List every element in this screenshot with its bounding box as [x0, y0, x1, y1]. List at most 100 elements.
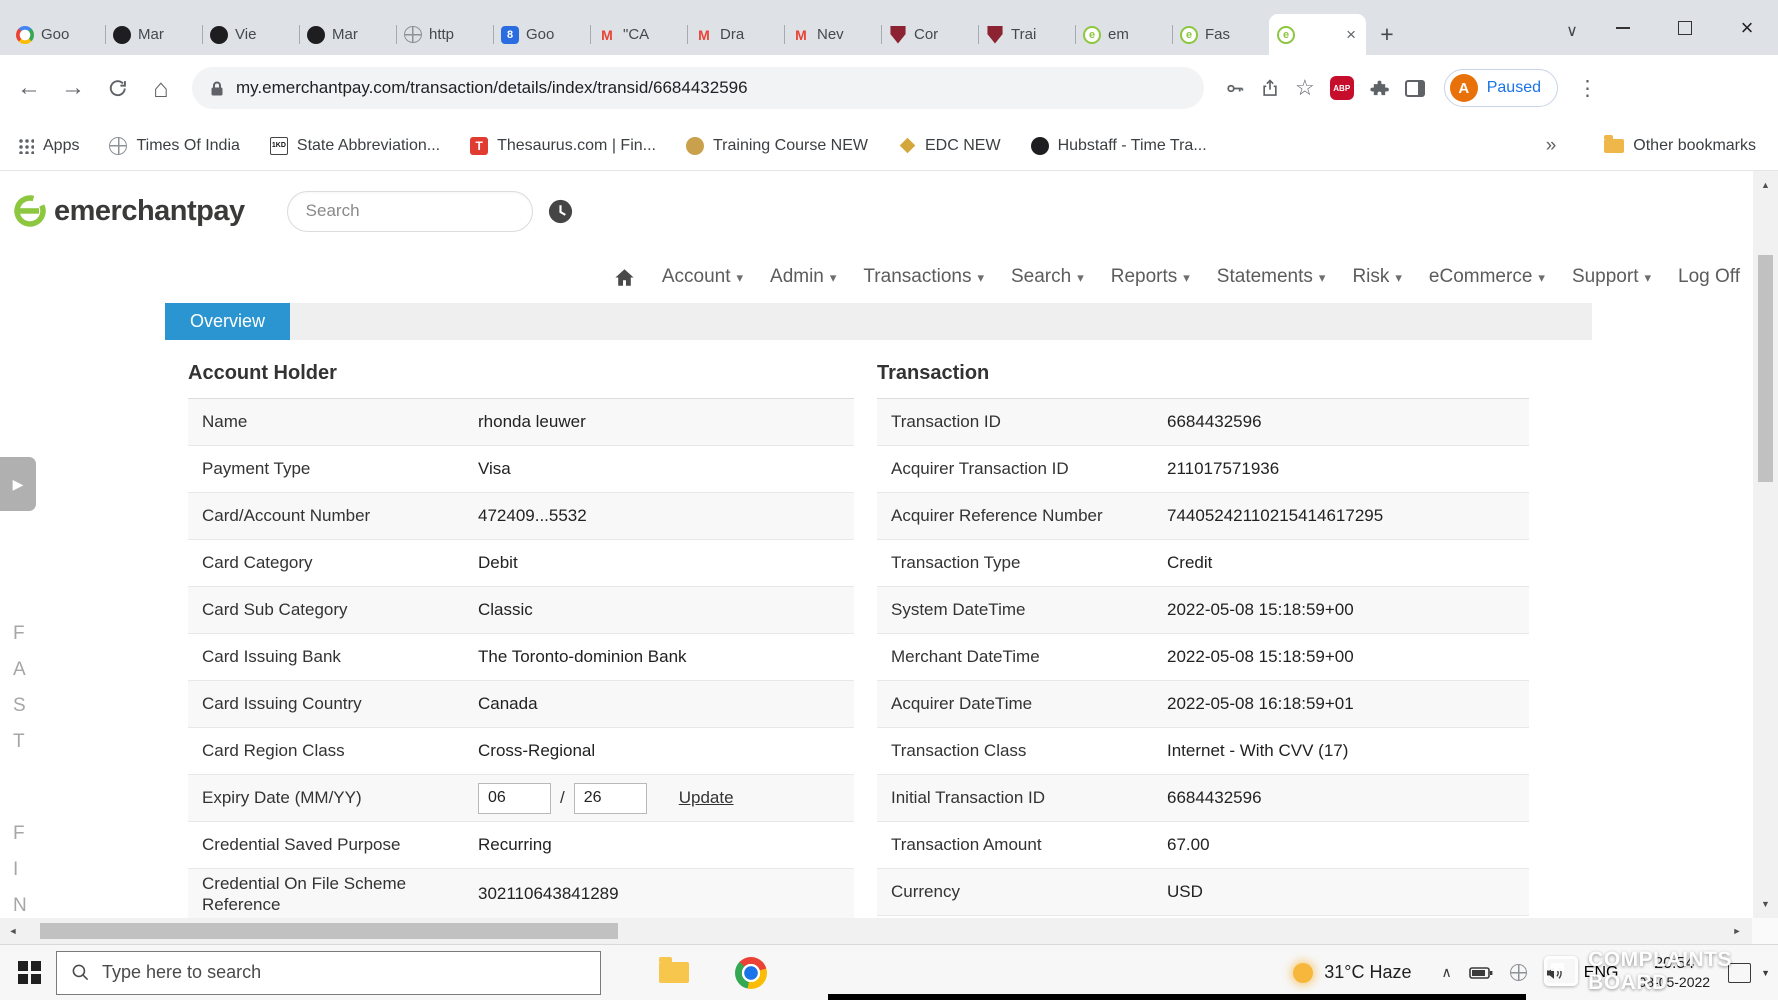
horizontal-scrollbar-thumb[interactable] [40, 923, 618, 939]
side-panel-toggle[interactable] [0, 457, 36, 511]
bookmark-item[interactable]: Training Course NEW [686, 137, 868, 155]
tab-close-icon[interactable]: × [1344, 26, 1358, 43]
browser-tab[interactable]: Mar [299, 14, 396, 55]
apps-shortcut[interactable]: Apps [18, 137, 79, 155]
expiry-month-input[interactable] [478, 783, 551, 814]
emerchantpay-logo[interactable]: emerchantpay [12, 193, 245, 229]
browser-tab[interactable]: em [1075, 14, 1172, 55]
account-holder-panel: Account Holder Namerhonda leuwerPayment … [188, 362, 854, 918]
profile-chip[interactable]: A Paused [1444, 69, 1558, 107]
table-row: Namerhonda leuwer [188, 399, 854, 446]
address-bar[interactable] [192, 67, 1204, 109]
scroll-left-icon[interactable] [0, 918, 26, 944]
expiry-year-input[interactable] [574, 783, 647, 814]
browser-tab[interactable]: Trai [978, 14, 1075, 55]
folder-icon [1604, 139, 1624, 153]
row-value: 302110643841289 [478, 884, 854, 904]
url-input[interactable] [236, 78, 1186, 98]
app-search-input[interactable] [306, 201, 514, 221]
share-icon[interactable] [1260, 78, 1280, 98]
bookmark-star-icon[interactable] [1295, 75, 1315, 101]
back-button[interactable] [10, 69, 48, 107]
bookmarks-overflow-chevron[interactable]: » [1546, 135, 1557, 157]
bookmark-item[interactable]: State Abbreviation... [270, 137, 440, 155]
password-key-icon[interactable] [1224, 78, 1245, 99]
network-icon[interactable] [1510, 964, 1527, 981]
lock-icon[interactable] [210, 80, 224, 97]
nav-log-off[interactable]: Log Off [1678, 266, 1740, 288]
update-expiry-link[interactable]: Update [679, 788, 734, 808]
row-label: Name [188, 407, 478, 436]
nav-admin[interactable]: Admin [770, 266, 836, 288]
bookmark-item[interactable]: Thesaurus.com | Fin... [470, 137, 656, 155]
complaintsboard-watermark: COMPLAINTS BOARD [1544, 948, 1732, 994]
scroll-down-icon[interactable] [1753, 892, 1778, 916]
bookmark-label: Times Of India [136, 137, 239, 155]
avatar: A [1450, 74, 1478, 102]
browser-tab[interactable]: Dra [687, 14, 784, 55]
nav-account[interactable]: Account [662, 266, 743, 288]
row-value: 2022-05-08 15:18:59+00 [1167, 647, 1529, 667]
row-label: Card/Account Number [188, 501, 478, 530]
bookmark-label: Training Course NEW [713, 137, 868, 155]
reload-button[interactable] [98, 69, 136, 107]
browser-tab[interactable]: × [1269, 14, 1366, 55]
nav-support[interactable]: Support [1572, 266, 1651, 288]
extensions-puzzle-icon[interactable] [1369, 78, 1390, 99]
close-window-button[interactable] [1716, 5, 1778, 51]
row-value: Cross-Regional [478, 741, 854, 761]
sync-status-label: Paused [1487, 79, 1541, 97]
table-row: Acquirer Reference Number744052421102154… [877, 493, 1529, 540]
emerchantpay-logo-icon [12, 193, 48, 229]
home-button[interactable] [142, 69, 180, 107]
browser-tab[interactable]: Vie [202, 14, 299, 55]
maximize-button[interactable] [1654, 5, 1716, 51]
nav-search[interactable]: Search [1011, 266, 1084, 288]
browser-tab[interactable]: Nev [784, 14, 881, 55]
browser-tab[interactable]: Mar [105, 14, 202, 55]
side-panel-icon[interactable] [1405, 80, 1425, 97]
search-history-icon[interactable] [547, 198, 574, 225]
nav-reports[interactable]: Reports [1111, 266, 1190, 288]
browser-tab[interactable]: Goo [8, 14, 105, 55]
browser-menu-icon[interactable] [1573, 76, 1602, 101]
taskbar-scroll-down-icon[interactable] [1761, 968, 1770, 978]
taskbar-search[interactable]: Type here to search [56, 951, 601, 995]
minimize-button[interactable] [1592, 5, 1654, 51]
emp-favicon [1180, 26, 1198, 44]
vertical-scrollbar-thumb[interactable] [1758, 255, 1773, 482]
other-bookmarks[interactable]: Other bookmarks [1604, 137, 1756, 155]
bookmark-item[interactable]: Times Of India [109, 137, 239, 155]
file-explorer-icon[interactable] [659, 962, 689, 983]
start-button[interactable] [18, 961, 42, 985]
scroll-up-icon[interactable] [1753, 173, 1778, 197]
forward-button[interactable] [54, 69, 92, 107]
tab-overview[interactable]: Overview [165, 303, 290, 340]
browser-tab[interactable]: Cor [881, 14, 978, 55]
nav-ecommerce[interactable]: eCommerce [1429, 266, 1545, 288]
bookmark-item[interactable]: Hubstaff - Time Tra... [1031, 137, 1207, 155]
bookmark-item[interactable]: EDC NEW [898, 137, 1001, 155]
row-value: 67.00 [1167, 835, 1529, 855]
nav-home-icon[interactable] [614, 268, 635, 287]
battery-icon[interactable] [1469, 966, 1493, 980]
tab-search-chevron-icon[interactable] [1552, 11, 1592, 51]
new-tab-button[interactable] [1372, 19, 1402, 49]
adblock-extension-icon[interactable]: ABP [1330, 76, 1354, 100]
browser-tab[interactable]: "CA [590, 14, 687, 55]
browser-tab[interactable]: Fas [1172, 14, 1269, 55]
app-search-box[interactable] [287, 191, 533, 232]
chrome-icon[interactable] [735, 957, 767, 989]
browser-tab[interactable]: Goo [493, 14, 590, 55]
row-label: Acquirer Transaction ID [877, 454, 1167, 483]
browser-tab[interactable]: http [396, 14, 493, 55]
hidden-icons-chevron[interactable] [1442, 964, 1452, 981]
scroll-right-icon[interactable] [1724, 918, 1750, 944]
nav-statements[interactable]: Statements [1217, 266, 1326, 288]
nav-risk[interactable]: Risk [1352, 266, 1401, 288]
vertical-scrollbar[interactable] [1753, 171, 1778, 918]
horizontal-scrollbar[interactable] [0, 918, 1778, 944]
tab-label: Mar [332, 26, 388, 43]
weather-widget[interactable]: 31°C Haze [1293, 962, 1411, 983]
nav-transactions[interactable]: Transactions [863, 266, 984, 288]
